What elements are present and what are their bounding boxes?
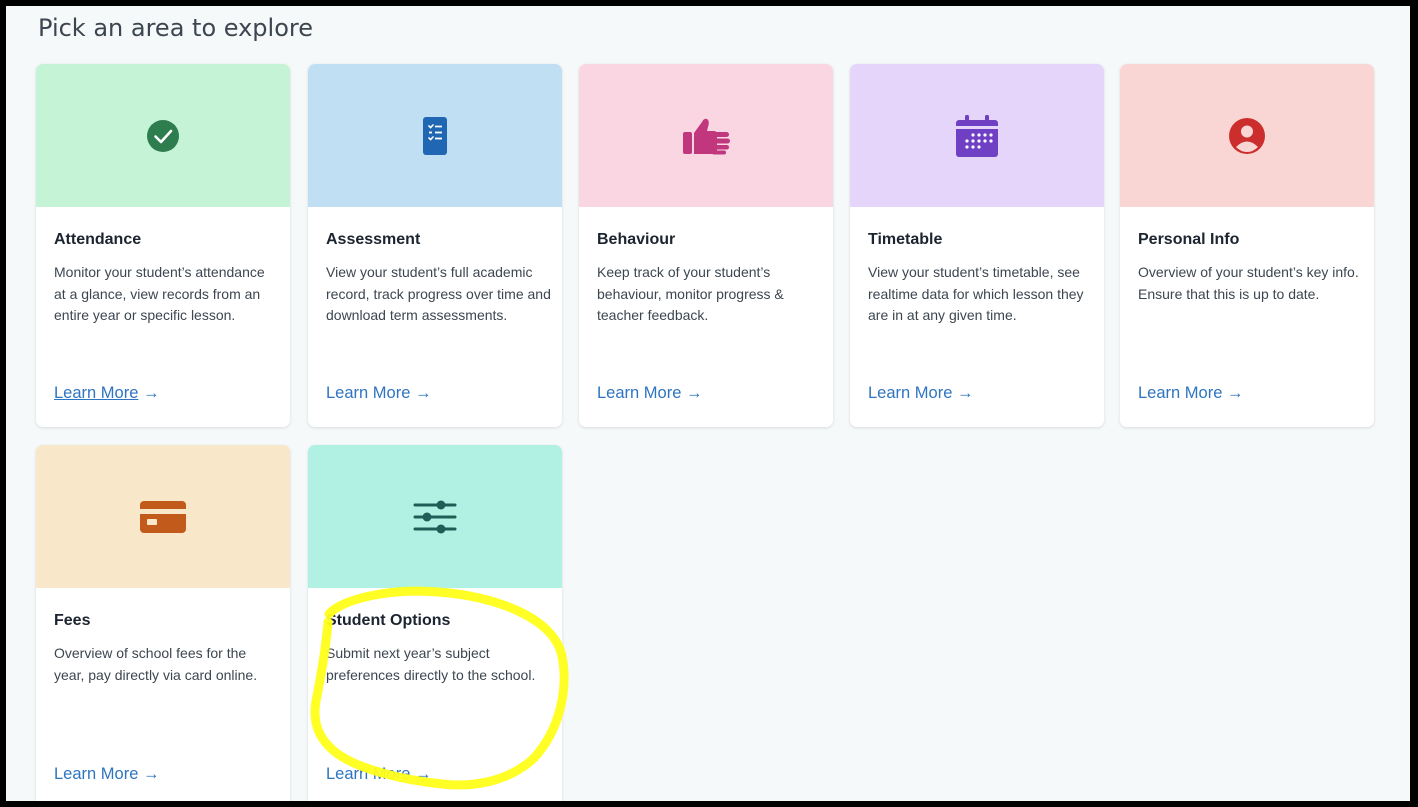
- arrow-right-icon: →: [1226, 384, 1244, 402]
- card-description: Overview of your student’s key info. Ens…: [1138, 264, 1359, 302]
- user-circle-icon: [1229, 117, 1265, 154]
- arrow-right-icon: →: [685, 384, 703, 402]
- card-personal-info[interactable]: Personal Info Overview of your student’s…: [1120, 64, 1374, 427]
- card-banner: [579, 64, 833, 207]
- page-heading: Pick an area to explore: [38, 14, 313, 42]
- card-title: Student Options: [326, 612, 451, 629]
- card-banner: [36, 64, 290, 207]
- card-timetable[interactable]: Timetable View your student’s timetable,…: [850, 64, 1104, 427]
- learn-more-link-behaviour[interactable]: Learn More →: [597, 384, 702, 403]
- check-circle-icon: [147, 119, 179, 152]
- learn-more-label: Learn More: [54, 384, 139, 402]
- card-assessment[interactable]: Assessment View your student’s full acad…: [308, 64, 562, 427]
- learn-more-label: Learn More: [54, 765, 139, 783]
- calendar-icon: [956, 114, 998, 157]
- learn-more-link-assessment[interactable]: Learn More →: [326, 384, 431, 403]
- card-student-options[interactable]: Student Options Submit next year’s subje…: [308, 445, 562, 801]
- arrow-right-icon: →: [142, 384, 160, 402]
- card-title: Attendance: [54, 231, 142, 248]
- card-description: View your student’s timetable, see realt…: [868, 264, 1084, 323]
- arrow-right-icon: →: [414, 765, 432, 783]
- learn-more-link-student-options[interactable]: Learn More →: [326, 765, 431, 784]
- card-description: Monitor your student’s attendance at a g…: [54, 264, 265, 323]
- explore-panel: Pick an area to explore Attendance Monit…: [6, 6, 1410, 801]
- card-banner: [308, 64, 562, 207]
- card-banner: [36, 445, 290, 588]
- card-banner: [308, 445, 562, 588]
- arrow-right-icon: →: [414, 384, 432, 402]
- checklist-document-icon: [423, 116, 447, 155]
- card-description: Submit next year’s subject preferences d…: [326, 645, 536, 683]
- card-title: Timetable: [868, 231, 943, 248]
- card-title: Behaviour: [597, 231, 676, 248]
- thumbs-up-icon: [683, 118, 730, 154]
- card-title: Personal Info: [1138, 231, 1240, 248]
- card-description: View your student’s full academic record…: [326, 264, 551, 323]
- sliders-icon: [413, 500, 457, 533]
- card-title: Fees: [54, 612, 91, 629]
- arrow-right-icon: →: [142, 765, 160, 783]
- arrow-right-icon: →: [956, 384, 974, 402]
- learn-more-link-fees[interactable]: Learn More →: [54, 765, 159, 784]
- card-attendance[interactable]: Attendance Monitor your student’s attend…: [36, 64, 290, 427]
- card-title: Assessment: [326, 231, 421, 248]
- learn-more-link-timetable[interactable]: Learn More →: [868, 384, 973, 403]
- card-fees[interactable]: Fees Overview of school fees for the yea…: [36, 445, 290, 801]
- learn-more-label: Learn More: [1138, 384, 1223, 402]
- learn-more-label: Learn More: [868, 384, 953, 402]
- learn-more-label: Learn More: [597, 384, 682, 402]
- learn-more-link-personal-info[interactable]: Learn More →: [1138, 384, 1243, 403]
- credit-card-icon: [140, 500, 186, 533]
- learn-more-label: Learn More: [326, 765, 411, 783]
- card-description: Keep track of your student’s behaviour, …: [597, 264, 784, 323]
- learn-more-label: Learn More: [326, 384, 411, 402]
- card-description: Overview of school fees for the year, pa…: [54, 645, 258, 683]
- card-banner: [850, 64, 1104, 207]
- learn-more-link-attendance[interactable]: Learn More →: [54, 384, 159, 403]
- card-behaviour[interactable]: Behaviour Keep track of your student’s b…: [579, 64, 833, 427]
- card-banner: [1120, 64, 1374, 207]
